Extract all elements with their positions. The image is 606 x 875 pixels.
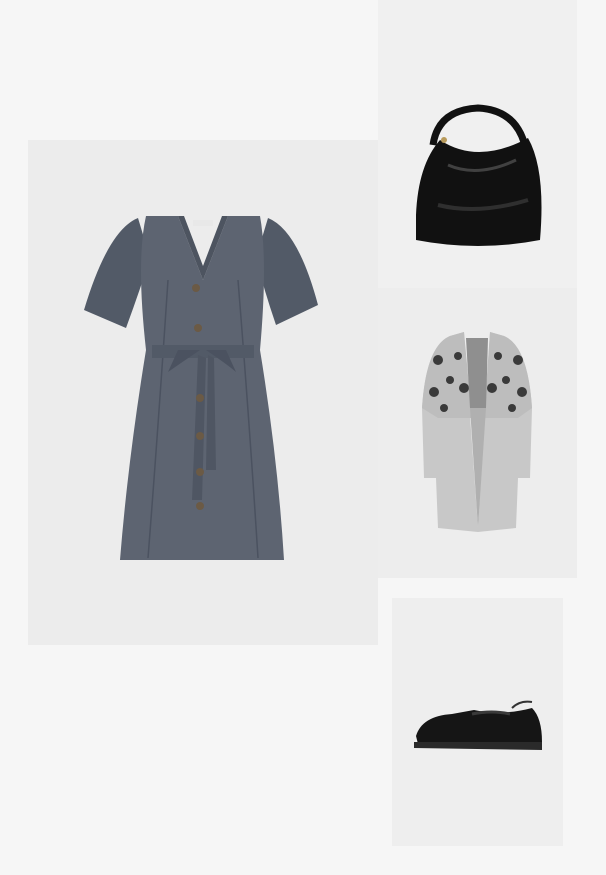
- shoulder-bag-tile[interactable]: [378, 0, 577, 288]
- shoulder-bag-image: [416, 104, 542, 246]
- cardigan-image: [422, 332, 532, 532]
- outfit-collage: { "items": [ {"name": "dress", "descript…: [0, 0, 606, 875]
- cardigan-tile[interactable]: [378, 288, 577, 578]
- loafer-tile[interactable]: [392, 598, 563, 846]
- dress-image: [84, 216, 318, 560]
- loafer-image: [414, 700, 542, 750]
- dress-tile[interactable]: [28, 140, 378, 645]
